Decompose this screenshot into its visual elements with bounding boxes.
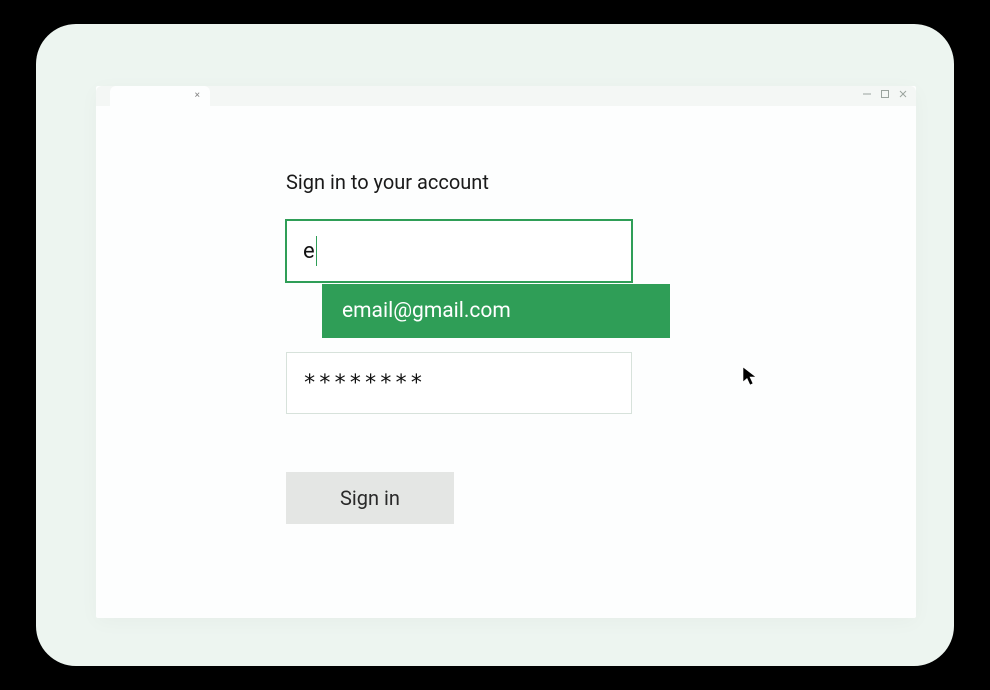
browser-window: × Sign in to your account email@gmail.co…: [96, 86, 916, 618]
browser-tab[interactable]: ×: [110, 86, 210, 106]
password-field-wrap: [286, 352, 632, 414]
email-input[interactable]: [286, 220, 632, 282]
email-field-wrap: email@gmail.com: [286, 220, 632, 282]
window-minimize-icon[interactable]: [862, 89, 872, 99]
signin-button[interactable]: Sign in: [286, 472, 454, 524]
window-maximize-icon[interactable]: [880, 89, 890, 99]
device-frame: × Sign in to your account email@gmail.co…: [36, 24, 954, 666]
browser-tabbar: ×: [96, 86, 916, 106]
tab-close-icon[interactable]: ×: [195, 91, 200, 101]
page-content: Sign in to your account email@gmail.com …: [96, 106, 916, 524]
autocomplete-suggestion[interactable]: email@gmail.com: [322, 284, 670, 338]
signin-heading: Sign in to your account: [286, 170, 916, 194]
window-controls: [862, 89, 908, 99]
text-caret: [316, 236, 317, 266]
window-close-icon[interactable]: [898, 89, 908, 99]
password-input[interactable]: [286, 352, 632, 414]
